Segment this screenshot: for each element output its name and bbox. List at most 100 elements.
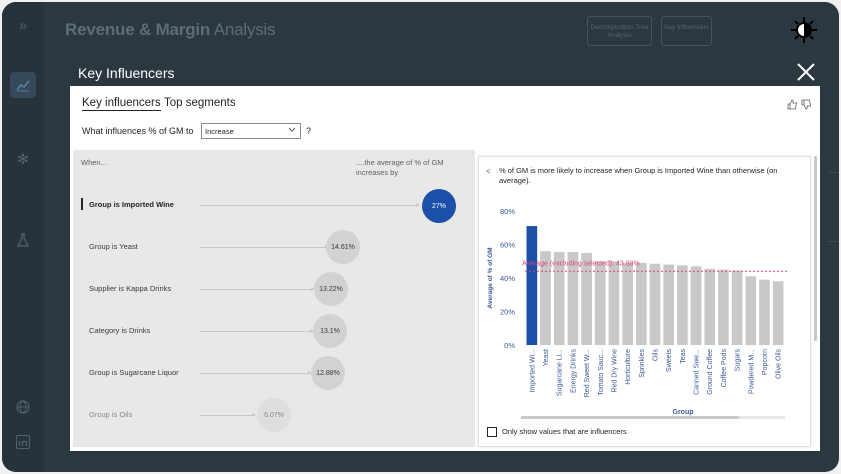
x-tick-label: Yeast bbox=[543, 349, 550, 366]
influencer-row[interactable]: Supplier is Kappa Drinks 13.22% bbox=[73, 271, 475, 307]
thumbs-down-icon[interactable] bbox=[801, 97, 812, 110]
average-header: ....the average of % of GM increases by bbox=[356, 158, 444, 177]
x-tick-label: Energy Drinks bbox=[570, 349, 577, 393]
decomposition-tree-label: Decomposition Tree Analysis bbox=[590, 24, 649, 39]
flask-icon[interactable] bbox=[13, 230, 33, 250]
modal-title: Key Influencers bbox=[78, 65, 175, 81]
question-suffix: ? bbox=[306, 126, 312, 136]
chart-bar bbox=[594, 261, 606, 345]
influencer-connector bbox=[200, 371, 312, 375]
chevron-down-icon bbox=[288, 125, 296, 135]
influencer-bubble: 6.07% bbox=[257, 398, 291, 432]
influencer-label: Supplier is Kappa Drinks bbox=[89, 284, 172, 293]
x-tick-label: Canned Swe... bbox=[694, 349, 701, 395]
influencer-connector bbox=[200, 413, 256, 417]
y-tick-label: 60% bbox=[500, 241, 515, 250]
left-nav-rail: » ✻ bbox=[2, 2, 44, 472]
chart-bar bbox=[526, 226, 538, 345]
influencer-label: Group is Yeast bbox=[89, 242, 138, 251]
decomposition-tree-button[interactable]: Decomposition Tree Analysis bbox=[587, 16, 652, 46]
horizontal-scrollbar-thumb[interactable] bbox=[521, 416, 739, 419]
influencer-label: Category is Drinks bbox=[89, 326, 151, 335]
x-tick-label: Olive Oils bbox=[776, 349, 783, 379]
report-title-light: Analysis bbox=[213, 20, 276, 39]
influencer-bubble: 27% bbox=[422, 189, 456, 223]
x-tick-label: Tomato Sauc... bbox=[598, 349, 605, 396]
chart-icon[interactable] bbox=[10, 72, 36, 98]
settings-icon[interactable]: ✻ bbox=[13, 149, 33, 169]
key-influencers-button[interactable]: Key Influencers bbox=[661, 16, 712, 46]
influencer-row[interactable]: Category is Drinks 13.1% bbox=[73, 313, 475, 349]
influencer-connector bbox=[200, 245, 329, 249]
chart-bar bbox=[622, 262, 633, 345]
x-tick-label: Red Sweet W... bbox=[584, 349, 591, 397]
x-tick-label: Teas bbox=[680, 349, 687, 364]
influencer-bubble: 13.1% bbox=[313, 314, 347, 348]
x-tick-label: Oils bbox=[653, 349, 660, 362]
chart-bar bbox=[649, 263, 661, 345]
chart-bar bbox=[759, 279, 770, 345]
y-tick-label: 0% bbox=[504, 341, 515, 350]
selection-indicator bbox=[81, 198, 83, 210]
influencers-list: When... ....the average of % of GM incre… bbox=[73, 150, 475, 447]
influencer-connector bbox=[200, 203, 420, 207]
influencer-connector bbox=[200, 329, 314, 333]
chart-bar bbox=[731, 270, 743, 345]
influencer-row[interactable]: Group is Oils 6.07% bbox=[73, 397, 475, 433]
chart-bar bbox=[745, 276, 757, 345]
x-tick-label: Powdered M... bbox=[748, 349, 755, 394]
globe-icon[interactable] bbox=[13, 397, 33, 417]
when-header: When... bbox=[81, 158, 107, 167]
linkedin-icon[interactable] bbox=[13, 432, 33, 452]
x-tick-label: Sprinkles bbox=[639, 349, 646, 378]
report-title-bold: Revenue & Margin bbox=[65, 20, 211, 39]
average-reference-label: Average (excluding selected): 43.88% bbox=[522, 260, 640, 267]
key-influencers-modal: Key Influencers Key influencers Top segm… bbox=[61, 51, 828, 458]
x-tick-label: Sugars bbox=[735, 349, 742, 372]
influencer-label: Group is Oils bbox=[89, 410, 133, 419]
chart-bar bbox=[772, 281, 784, 345]
x-tick-label: Ground Coffee bbox=[707, 349, 714, 395]
x-tick-label: Horticulture bbox=[625, 349, 632, 385]
influencer-bubble: 13.22% bbox=[314, 272, 348, 306]
tab-key-influencers[interactable]: Key influencers bbox=[82, 97, 161, 111]
influencer-row[interactable]: Group is Yeast 14.61% bbox=[73, 229, 475, 265]
report-title: Revenue & Margin Analysis bbox=[65, 20, 276, 40]
x-tick-label: Sweets bbox=[666, 349, 673, 372]
x-axis-title: Group bbox=[673, 409, 694, 416]
influencers-only-checkbox[interactable] bbox=[487, 427, 497, 438]
chart-bar bbox=[635, 262, 647, 345]
app-window: » ✻ Revenue & Margin Analysis Decomposit… bbox=[2, 2, 839, 472]
question-prefix: What influences % of GM to bbox=[82, 126, 194, 136]
influencer-detail-card: < % of GM is more likely to increase whe… bbox=[478, 156, 811, 447]
key-influencers-label: Key Influencers bbox=[664, 24, 709, 31]
y-tick-label: 20% bbox=[500, 308, 515, 317]
y-axis-title: Average of % of GM bbox=[487, 247, 494, 308]
direction-dropdown-value: Increase bbox=[205, 127, 234, 136]
direction-dropdown[interactable]: Increase bbox=[201, 123, 301, 139]
influencer-bubble: 12.88% bbox=[311, 356, 345, 390]
x-tick-label: Sugarcane Li... bbox=[557, 349, 564, 396]
chart-bar bbox=[718, 269, 729, 345]
close-icon[interactable] bbox=[795, 61, 817, 83]
chart-bar bbox=[704, 268, 716, 345]
tab-top-segments[interactable]: Top segments bbox=[164, 97, 236, 109]
influencer-label: Group is Imported Wine bbox=[89, 200, 174, 209]
y-tick-label: 80% bbox=[500, 207, 515, 216]
theme-toggle-icon[interactable] bbox=[789, 15, 819, 45]
vertical-scrollbar[interactable] bbox=[814, 156, 817, 341]
y-tick-label: 40% bbox=[500, 274, 515, 283]
influencer-row[interactable]: Group is Sugarcane Liquor 12.88% bbox=[73, 355, 475, 391]
influencer-label: Group is Sugarcane Liquor bbox=[89, 368, 179, 377]
influencer-connector bbox=[200, 287, 315, 291]
influencer-row[interactable]: Group is Imported Wine 27% bbox=[73, 187, 475, 223]
influencers-only-toggle[interactable]: Only show values that are influencers bbox=[487, 427, 627, 438]
x-tick-label: Red Dry Wine bbox=[611, 349, 618, 393]
chart-bar bbox=[608, 261, 620, 345]
influencer-bubble: 14.61% bbox=[326, 230, 360, 264]
expand-nav-icon[interactable]: » bbox=[13, 16, 33, 36]
thumbs-up-icon[interactable] bbox=[787, 97, 798, 110]
x-tick-label: Coffee Pods bbox=[721, 349, 728, 388]
x-tick-label: Popcorn bbox=[762, 349, 769, 375]
key-influencers-visual: Key influencers Top segments What influe… bbox=[70, 86, 820, 451]
